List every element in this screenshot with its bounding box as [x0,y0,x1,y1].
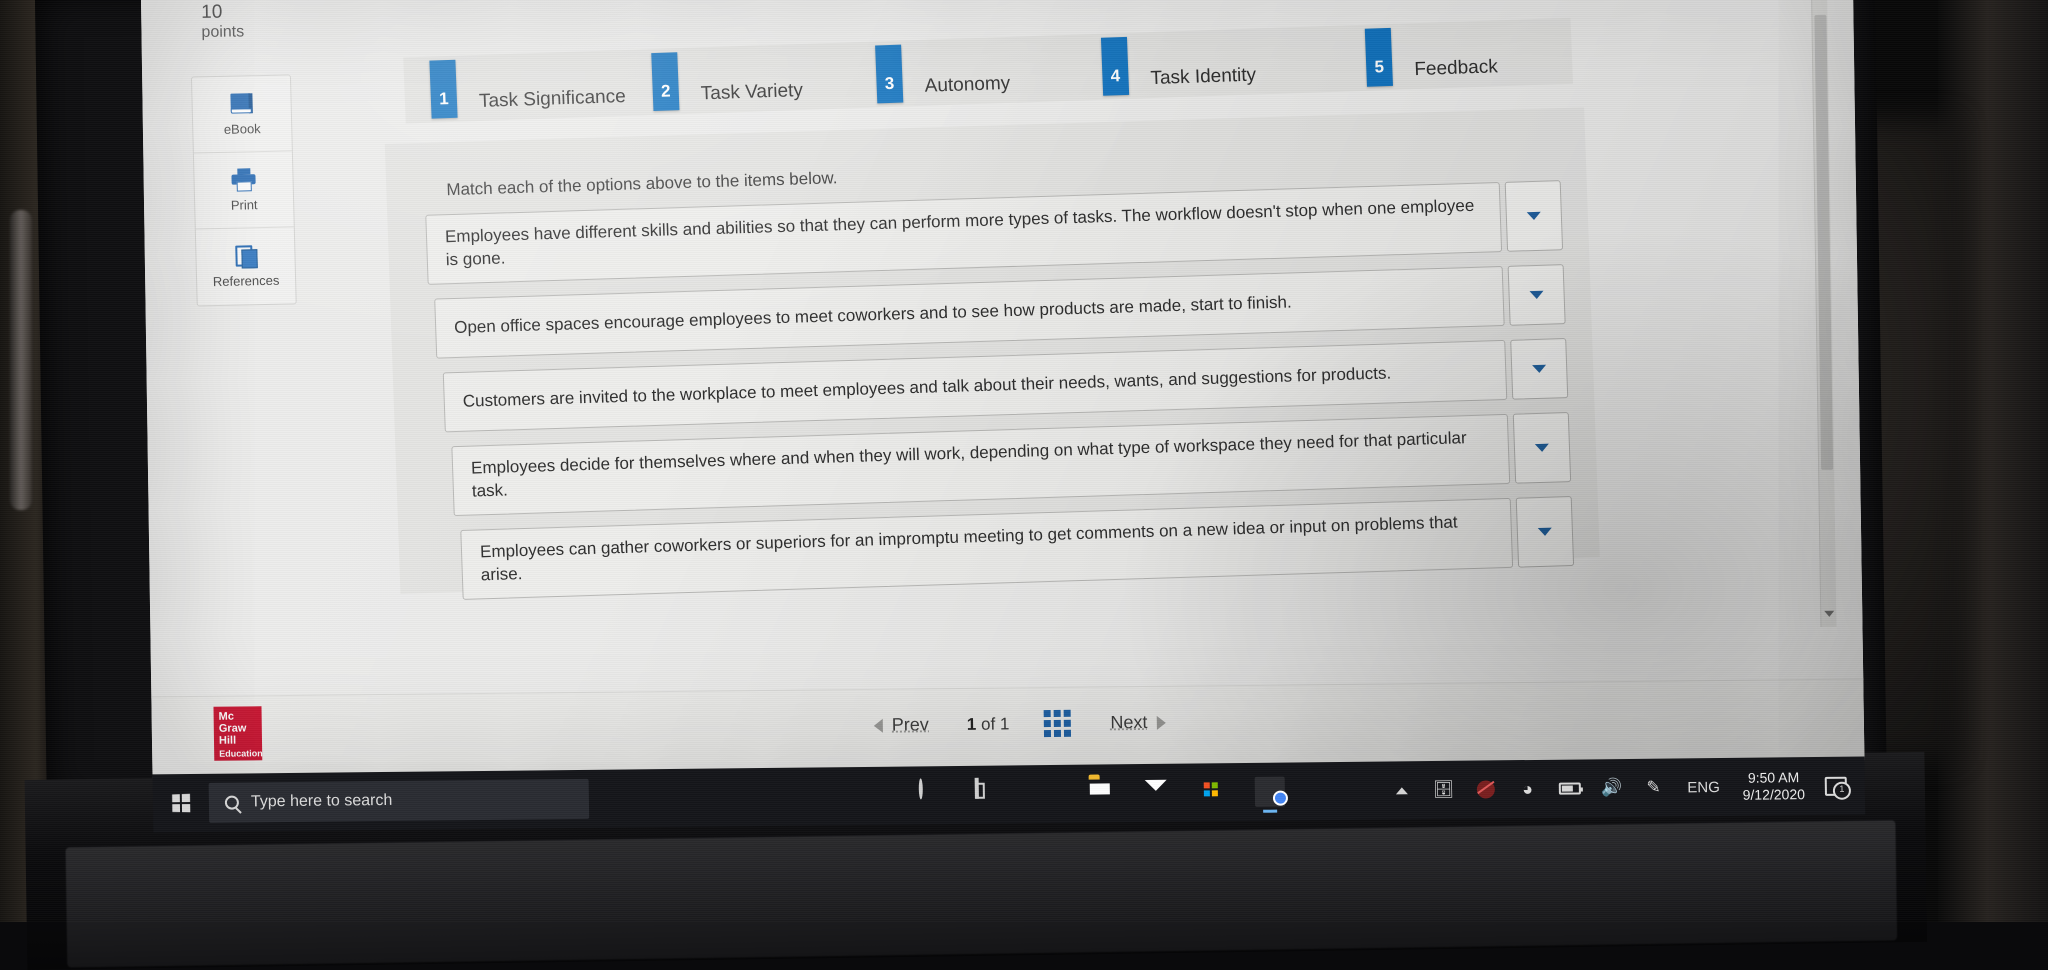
chevron-left-icon [874,718,883,732]
answer-dropdown-4[interactable] [1513,412,1571,484]
task-view-icon[interactable] [975,780,1005,810]
matching-hint: Match each of the options above to the i… [446,168,838,200]
answer-dropdown-1[interactable] [1505,180,1563,252]
points-indicator: 10 points [201,1,312,42]
option-label-3: Autonomy [924,73,1011,106]
search-icon [225,796,239,810]
option-label-2: Task Variety [700,80,803,113]
brand-line-4: Education [219,747,258,759]
clock-date: 9/12/2020 [1743,786,1806,803]
onedrive-icon[interactable]: 🗄 [1432,779,1454,801]
points-value: 10 [201,1,311,24]
clock[interactable]: 9:50 AM 9/12/2020 [1742,769,1805,804]
windows-logo-icon [172,794,190,813]
option-tab-5[interactable]: 5 Feedback [1365,20,1499,90]
chrome-icon[interactable] [1255,777,1285,807]
option-number-2: 2 [651,52,679,111]
option-tab-1[interactable]: 1 Task Significance [429,50,626,123]
option-tab-4[interactable]: 4 Task Identity [1101,29,1257,100]
laptop-screen: Read each statement and match it with th… [141,0,1865,778]
tool-ebook-label: eBook [224,121,261,137]
notifications-icon[interactable] [1825,775,1847,797]
references-icon [232,244,259,269]
statement-text-1: Employees have different skills and abil… [425,182,1502,285]
prev-label: Prev [892,714,929,735]
statement-row: Employees can gather coworkers or superi… [460,496,1574,600]
edge-icon[interactable] [1031,779,1061,809]
page-total: 1 [1000,714,1010,733]
battery-icon[interactable] [1558,777,1580,799]
courseware-page: Read each statement and match it with th… [141,0,1864,698]
points-label: points [201,23,311,42]
microphone-muted-icon[interactable] [1474,778,1496,800]
chevron-down-icon [1527,212,1541,220]
option-tab-2[interactable]: 2 Task Variety [651,44,804,115]
tool-references-label: References [213,273,280,289]
option-label-5: Feedback [1414,56,1499,89]
microsoft-store-icon[interactable] [1199,777,1229,807]
statement-text-5: Employees can gather coworkers or superi… [460,498,1513,600]
pen-menu-icon[interactable]: ✎ [1642,777,1664,799]
statement-list: Employees have different skills and abil… [421,180,1574,615]
tool-references[interactable]: References [196,227,296,305]
laptop-photo: Read each statement and match it with th… [0,0,2048,922]
statement-text-4: Employees decide for themselves where an… [451,414,1510,516]
option-label-4: Task Identity [1150,65,1257,99]
taskbar-app-icons [919,777,1285,811]
option-number-1: 1 [429,60,457,119]
clock-time: 9:50 AM [1748,769,1800,786]
option-number-5: 5 [1365,28,1393,87]
tool-print[interactable]: Print [194,151,294,229]
chevron-down-icon [1529,291,1543,299]
tool-rail: eBook Print References [191,74,297,306]
start-button[interactable] [153,794,209,813]
option-number-3: 3 [875,45,903,104]
next-button[interactable]: Next [1088,704,1188,742]
page-current: 1 [967,714,977,733]
pagination-controls: Prev 1 of 1 Next [852,701,1188,748]
chevron-down-icon [1532,365,1546,373]
scroll-down-icon[interactable] [1824,611,1834,617]
book-icon [228,92,255,117]
volume-icon[interactable]: 🔊 [1600,777,1622,799]
search-placeholder: Type here to search [251,792,393,811]
brand-line-1: Mc [219,711,234,723]
option-label-1: Task Significance [479,86,627,121]
answer-dropdown-3[interactable] [1510,338,1568,400]
answer-dropdown-5[interactable] [1516,496,1574,568]
mcgraw-hill-logo: Mc Graw Hill Education [213,706,262,760]
option-tab-3[interactable]: 3 Autonomy [875,37,1011,108]
show-hidden-icons-icon[interactable] [1390,779,1412,801]
search-input[interactable]: Type here to search [209,779,590,823]
file-explorer-icon[interactable] [1087,778,1117,808]
prev-button[interactable]: Prev [852,706,952,744]
chevron-down-icon [1538,528,1552,536]
mail-icon[interactable] [1143,778,1173,808]
printer-icon [230,168,257,193]
tool-print-label: Print [231,197,258,213]
page-indicator: 1 of 1 [951,706,1026,743]
page-of-label: of [981,714,995,733]
answer-dropdown-2[interactable] [1508,264,1566,326]
brand-line-3: Hill [219,735,236,747]
cortana-icon[interactable] [919,780,949,810]
grid-view-icon[interactable] [1025,702,1089,746]
brand-line-2: Graw [219,722,247,734]
option-tabs: 1 Task Significance 2 Task Variety 3 Aut… [403,18,1573,124]
chevron-down-icon [1535,444,1549,452]
wifi-icon[interactable]: ◕ [1516,778,1538,800]
next-label: Next [1110,712,1147,733]
laptop: Read each statement and match it with th… [13,0,1927,970]
tool-ebook[interactable]: eBook [192,75,292,153]
matching-panel: Match each of the options above to the i… [385,107,1600,593]
scrollbar-thumb[interactable] [1814,15,1833,470]
language-indicator[interactable]: ENG [1684,776,1722,798]
system-tray: 🗄 ◕ 🔊 ✎ ENG 9:50 AM 9/12/2020 [1390,756,1865,819]
vertical-scrollbar[interactable] [1811,0,1837,627]
chevron-right-icon [1156,715,1165,729]
option-number-4: 4 [1101,37,1129,96]
